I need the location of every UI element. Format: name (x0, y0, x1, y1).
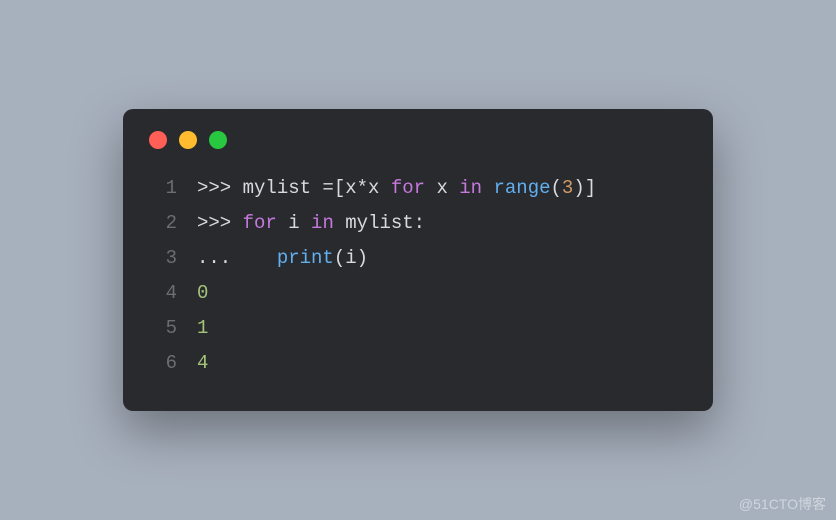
code-line: 1 >>> mylist =[x*x for x in range(3)] (149, 171, 687, 206)
code-token: 3 (562, 177, 573, 199)
code-line: 2 >>> for i in mylist: (149, 206, 687, 241)
line-content: 0 (197, 276, 208, 311)
code-token: >>> (197, 212, 243, 234)
code-token: ... (197, 247, 277, 269)
minimize-icon[interactable] (179, 131, 197, 149)
code-token: )] (573, 177, 596, 199)
code-block: 1 >>> mylist =[x*x for x in range(3)] 2 >>>… (149, 171, 687, 382)
code-line: 64 (149, 346, 687, 381)
line-number: 5 (149, 311, 177, 346)
code-line: 51 (149, 311, 687, 346)
code-token: x (425, 177, 459, 199)
code-token: mylist: (334, 212, 425, 234)
window-titlebar (149, 131, 687, 149)
line-number: 2 (149, 206, 177, 241)
line-content: 4 (197, 346, 208, 381)
code-token: 4 (197, 352, 208, 374)
code-token: range (494, 177, 551, 199)
line-number: 4 (149, 276, 177, 311)
line-content: ... print(i) (197, 241, 368, 276)
code-token: i (277, 212, 311, 234)
code-token: in (459, 177, 482, 199)
code-line: 3... print(i) (149, 241, 687, 276)
code-token: in (311, 212, 334, 234)
code-token: (i) (334, 247, 368, 269)
line-content: >>> mylist =[x*x for x in range(3)] (197, 171, 596, 206)
code-token: 0 (197, 282, 208, 304)
code-token: ( (551, 177, 562, 199)
line-number: 3 (149, 241, 177, 276)
watermark-text: @51CTO博客 (739, 494, 826, 514)
code-token: print (277, 247, 334, 269)
zoom-icon[interactable] (209, 131, 227, 149)
code-token: 1 (197, 317, 208, 339)
line-content: 1 (197, 311, 208, 346)
code-token: for (391, 177, 425, 199)
code-line: 40 (149, 276, 687, 311)
code-token: for (243, 212, 277, 234)
code-window: 1 >>> mylist =[x*x for x in range(3)] 2 >>>… (123, 109, 713, 412)
close-icon[interactable] (149, 131, 167, 149)
line-number: 6 (149, 346, 177, 381)
line-number: 1 (149, 171, 177, 206)
code-token (482, 177, 493, 199)
code-token: >>> mylist =[x*x (197, 177, 391, 199)
line-content: >>> for i in mylist: (197, 206, 425, 241)
